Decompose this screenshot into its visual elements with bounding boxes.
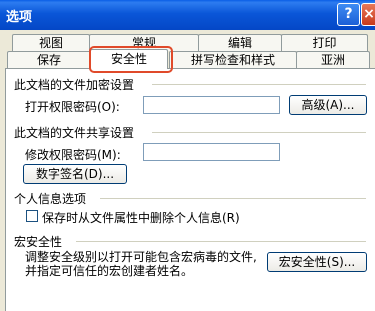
tab-view[interactable]: 视图 — [12, 34, 90, 51]
macro-section-title: 宏安全性 — [14, 235, 63, 249]
tab-edit[interactable]: 编辑 — [198, 34, 282, 51]
privacy-divider — [100, 198, 366, 199]
open-password-label: 打开权限密码(O): — [25, 100, 120, 114]
help-button[interactable]: ? — [337, 3, 360, 26]
privacy-section-title: 个人信息选项 — [14, 192, 87, 206]
macro-description-line1: 调整安全级别以打开可能包含宏病毒的文件, — [25, 250, 257, 264]
macro-description-line2: 并指定可信任的宏创建者姓名。 — [25, 264, 194, 278]
macro-divider — [76, 241, 366, 242]
highlight-box — [89, 46, 173, 73]
modify-password-field[interactable] — [143, 143, 280, 161]
tab-spelling-grammar[interactable]: 拼写检查和样式 — [169, 51, 297, 68]
sharing-section-title: 此文档的文件共享设置 — [14, 126, 135, 140]
encryption-divider — [152, 84, 366, 85]
advanced-button[interactable]: 高级(A)... — [289, 95, 367, 115]
tab-asian[interactable]: 亚洲 — [296, 51, 370, 68]
sharing-divider — [152, 132, 366, 133]
title-bar: 选项 ? × — [0, 0, 375, 30]
macro-security-button[interactable]: 宏安全性(S)... — [267, 252, 367, 272]
tab-save[interactable]: 保存 — [7, 51, 91, 68]
modify-password-label: 修改权限密码(M): — [25, 148, 121, 162]
close-button[interactable]: × — [361, 3, 375, 26]
digital-signature-button[interactable]: 数字签名(D)... — [23, 164, 127, 184]
remove-personal-info-label: 保存时从文件属性中删除个人信息(R) — [42, 211, 240, 225]
encryption-section-title: 此文档的文件加密设置 — [14, 78, 135, 92]
tab-print[interactable]: 打印 — [281, 34, 368, 51]
remove-personal-info-checkbox[interactable] — [26, 210, 38, 222]
window-title: 选项 — [6, 10, 33, 25]
open-password-field[interactable] — [143, 96, 280, 114]
